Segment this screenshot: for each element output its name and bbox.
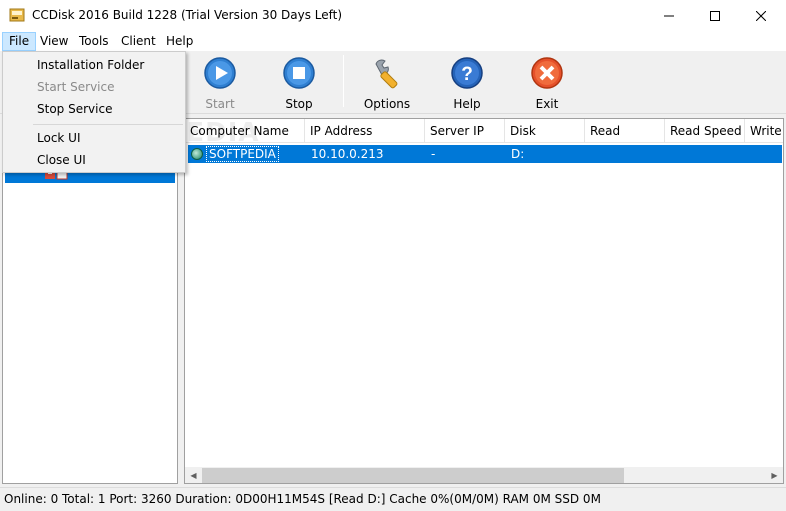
toolbar-separator (343, 55, 344, 107)
horizontal-scrollbar[interactable]: ◀ ▶ (185, 467, 783, 483)
col-write[interactable]: Write (745, 119, 783, 143)
menu-bar: File View Tools Client Help (0, 31, 786, 51)
menu-stop-service[interactable]: Stop Service (4, 98, 184, 120)
close-button[interactable] (738, 0, 784, 31)
window-title: CCDisk 2016 Build 1228 (Trial Version 30… (32, 8, 343, 22)
scroll-left-icon[interactable]: ◀ (185, 467, 202, 483)
menu-view[interactable]: View (34, 32, 74, 51)
status-text: Online: 0 Total: 1 Port: 3260 Duration: … (4, 492, 601, 506)
exit-icon (531, 57, 563, 89)
menu-tools[interactable]: Tools (73, 32, 115, 51)
cell-ip-address: 10.10.0.213 (311, 147, 384, 161)
menu-help[interactable]: Help (160, 32, 199, 51)
title-bar: CCDisk 2016 Build 1228 (Trial Version 30… (0, 0, 786, 31)
col-computer-name[interactable]: Computer Name (185, 119, 305, 143)
stop-button[interactable]: Stop (264, 56, 334, 111)
cell-computer-name: SOFTPEDIA (206, 146, 279, 162)
maximize-icon (710, 10, 720, 21)
start-button[interactable]: Start (185, 56, 255, 111)
file-menu-dropdown: Installation Folder Start Service Stop S… (2, 51, 186, 173)
table-row[interactable]: SOFTPEDIA 10.10.0.213 - D: (188, 145, 782, 163)
help-button[interactable]: ? Help (432, 56, 502, 111)
cell-server-ip: - (431, 147, 436, 161)
stop-label: Stop (285, 97, 313, 111)
menu-lock-ui[interactable]: Lock UI (4, 127, 184, 149)
table-header: Computer Name IP Address Server IP Disk … (185, 119, 783, 143)
menu-file[interactable]: File (2, 32, 37, 51)
online-dot-icon (191, 148, 203, 160)
status-bar: Online: 0 Total: 1 Port: 3260 Duration: … (0, 487, 786, 511)
client-list-pane[interactable]: Computer Name IP Address Server IP Disk … (184, 118, 784, 484)
col-disk[interactable]: Disk (505, 119, 585, 143)
menu-separator (33, 124, 183, 125)
stop-icon (283, 57, 315, 89)
minimize-icon (664, 15, 674, 16)
close-icon (756, 10, 766, 21)
menu-client[interactable]: Client (115, 32, 162, 51)
minimize-button[interactable] (646, 0, 692, 31)
wrench-icon (375, 59, 398, 89)
menu-close-ui[interactable]: Close UI (4, 149, 184, 171)
menu-installation-folder[interactable]: Installation Folder (4, 54, 184, 76)
col-server-ip[interactable]: Server IP (425, 119, 505, 143)
col-read[interactable]: Read (585, 119, 665, 143)
scroll-right-icon[interactable]: ▶ (766, 467, 783, 483)
exit-button[interactable]: Exit (512, 56, 582, 111)
col-read-speed[interactable]: Read Speed (665, 119, 745, 143)
help-icon: ? (451, 57, 483, 89)
scroll-thumb[interactable] (202, 468, 624, 483)
maximize-button[interactable] (692, 0, 738, 31)
play-icon (204, 57, 236, 89)
options-button[interactable]: Options (352, 56, 422, 111)
cell-disk: D: (511, 147, 525, 161)
col-ip-address[interactable]: IP Address (305, 119, 425, 143)
menu-start-service[interactable]: Start Service (4, 76, 184, 98)
start-label: Start (205, 97, 235, 111)
help-label: Help (453, 97, 481, 111)
options-label: Options (363, 97, 411, 111)
exit-label: Exit (535, 97, 559, 111)
svg-text:?: ? (461, 64, 473, 85)
app-disk-icon (9, 8, 25, 22)
